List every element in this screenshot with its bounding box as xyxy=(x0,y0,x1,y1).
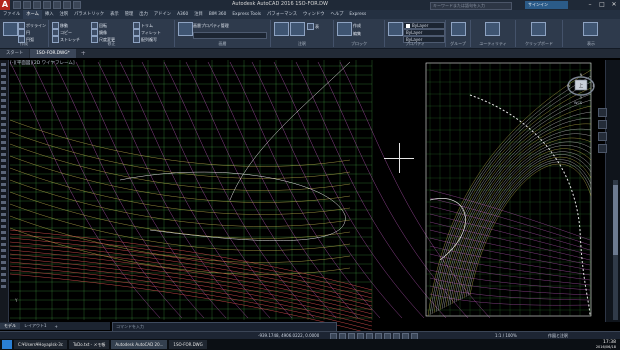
palette-tool[interactable] xyxy=(1,171,6,174)
palette-tool[interactable] xyxy=(1,201,6,204)
hull-curve xyxy=(295,61,447,319)
hull-curve xyxy=(251,61,403,319)
palette-tool[interactable] xyxy=(1,225,6,228)
pan-icon[interactable] xyxy=(598,120,607,129)
viewcube-west[interactable]: W xyxy=(567,84,571,88)
palette-tool[interactable] xyxy=(1,165,6,168)
palette-tool[interactable] xyxy=(1,285,6,288)
palette-tool[interactable] xyxy=(1,147,6,150)
palette-tool[interactable] xyxy=(1,105,6,108)
station-curve xyxy=(435,93,592,313)
outline-curve xyxy=(119,171,346,241)
taskbar-item[interactable]: C:¥Users¥Hoyaplsk-3c xyxy=(14,340,67,349)
station-curve xyxy=(469,163,592,296)
palette-tool[interactable] xyxy=(1,117,6,120)
body-plan-frame xyxy=(425,62,592,317)
taskbar-item[interactable]: ToDo.txt - メモ帳 xyxy=(68,340,110,349)
palette-tool[interactable] xyxy=(1,243,6,246)
hull-curve xyxy=(9,61,161,319)
palette-tool[interactable] xyxy=(1,75,6,78)
steering-wheel-icon[interactable] xyxy=(598,108,607,117)
outline-curve xyxy=(229,61,351,201)
palette-tool[interactable] xyxy=(1,231,6,234)
palette-tool[interactable] xyxy=(1,267,6,270)
palette-tool[interactable] xyxy=(1,99,6,102)
windows-start-icon[interactable] xyxy=(2,340,12,349)
station-curve xyxy=(467,161,592,297)
vertical-scrollbar[interactable] xyxy=(613,180,618,320)
palette-tool[interactable] xyxy=(1,183,6,186)
ucs-icon: Y xyxy=(15,298,18,303)
windows-taskbar: C:¥Users¥Hoyaplsk-3c ToDo.txt - メモ帳 Auto… xyxy=(0,339,620,350)
layout1-tab[interactable]: レイアウト1 xyxy=(20,323,51,329)
station-curve xyxy=(433,87,592,314)
viewcube-icon[interactable]: 上 N S W E xyxy=(566,70,596,100)
drawing-canvas[interactable] xyxy=(0,0,620,350)
viewcube-south[interactable]: S xyxy=(580,96,583,100)
orbit-icon[interactable] xyxy=(598,144,607,153)
palette-tool[interactable] xyxy=(1,207,6,210)
viewcube-east[interactable]: E xyxy=(593,84,595,88)
station-curve xyxy=(431,81,592,315)
coordinates-readout[interactable]: -939.1748, 4906.0222, 0.0000 xyxy=(258,333,319,338)
clock-date: 2016/06/18 xyxy=(595,345,616,349)
station-curve xyxy=(465,159,592,298)
palette-tool[interactable] xyxy=(1,213,6,216)
palette-tool[interactable] xyxy=(1,93,6,96)
palette-tool[interactable] xyxy=(1,87,6,90)
station-curve xyxy=(429,75,592,316)
zoom-icon[interactable] xyxy=(598,132,607,141)
scrollbar-thumb[interactable] xyxy=(613,185,618,255)
palette-tool[interactable] xyxy=(1,123,6,126)
palette-tool[interactable] xyxy=(1,261,6,264)
right-tool-palette xyxy=(605,60,620,322)
hull-curve xyxy=(97,61,249,319)
hull-curve xyxy=(31,61,183,319)
palette-tool[interactable] xyxy=(1,159,6,162)
left-tool-palette xyxy=(0,60,9,322)
palette-tool[interactable] xyxy=(1,69,6,72)
add-layout-button[interactable]: + xyxy=(51,324,62,329)
palette-tool[interactable] xyxy=(1,237,6,240)
palette-tool[interactable] xyxy=(1,219,6,222)
hull-curve xyxy=(53,61,205,319)
palette-tool[interactable] xyxy=(1,195,6,198)
hull-curve xyxy=(119,61,271,319)
palette-tool[interactable] xyxy=(1,279,6,282)
wcs-label[interactable]: WCS xyxy=(574,101,582,105)
palette-tool[interactable] xyxy=(1,273,6,276)
hull-curve xyxy=(229,61,381,319)
hull-curve xyxy=(141,61,293,319)
cursor-crosshair-v xyxy=(399,143,400,173)
navigation-bar xyxy=(598,108,607,156)
palette-tool[interactable] xyxy=(1,249,6,252)
viewcube-north[interactable]: N xyxy=(580,73,583,77)
station-curve xyxy=(455,145,592,303)
palette-tool[interactable] xyxy=(1,63,6,66)
palette-tool[interactable] xyxy=(1,153,6,156)
model-tab[interactable]: モデル xyxy=(0,323,20,329)
hull-curve xyxy=(75,61,227,319)
taskbar-item[interactable]: 1SO-FOR.DWG xyxy=(169,340,207,349)
annotation-scale[interactable]: 1:1 / 100% xyxy=(495,333,517,338)
palette-tool[interactable] xyxy=(1,189,6,192)
station-curve xyxy=(445,123,592,308)
taskbar-item[interactable]: Autodesk AutoCAD 20... xyxy=(111,340,168,349)
palette-tool[interactable] xyxy=(1,81,6,84)
viewcube-face: 上 xyxy=(579,82,584,89)
taskbar-clock: 17:38 2016/06/18 xyxy=(596,340,616,349)
palette-tool[interactable] xyxy=(1,129,6,132)
palette-tool[interactable] xyxy=(1,255,6,258)
palette-tool[interactable] xyxy=(1,135,6,138)
palette-tool[interactable] xyxy=(1,177,6,180)
layout-tabs: モデル レイアウト1 + xyxy=(0,322,110,330)
station-curve xyxy=(451,137,592,305)
palette-tool[interactable] xyxy=(1,111,6,114)
viewport-label[interactable]: [-][平面図][2D ワイヤフレーム] xyxy=(10,60,75,66)
palette-tool[interactable] xyxy=(1,141,6,144)
